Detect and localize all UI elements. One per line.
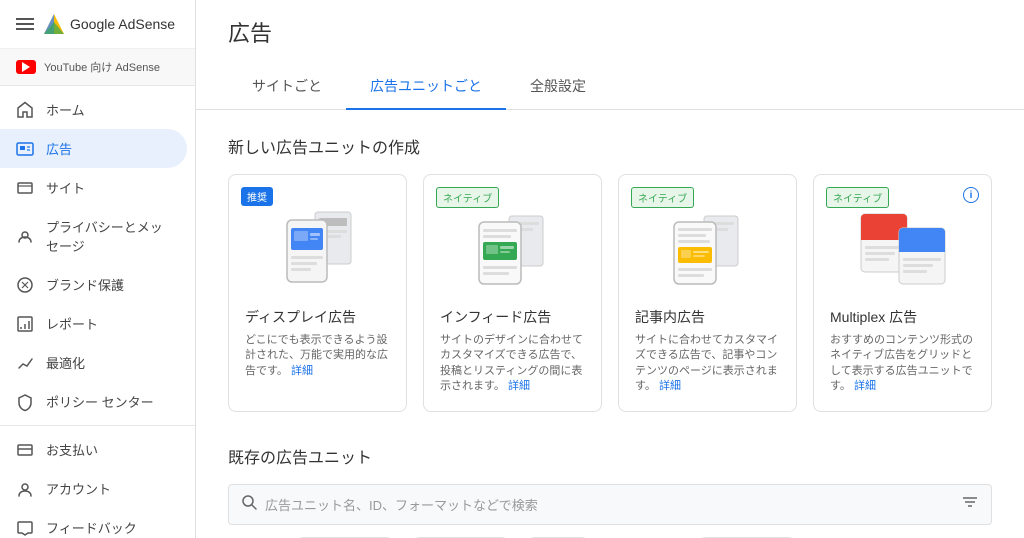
hamburger-icon[interactable] bbox=[16, 18, 34, 30]
sidebar-item-policy-label: ポリシー センター bbox=[46, 392, 154, 411]
nav-items: ホーム 広告 サイト プライバシーとメッセージ bbox=[0, 86, 195, 425]
multiplex-ad-name: Multiplex 広告 bbox=[830, 307, 975, 327]
tab-settings[interactable]: 全般設定 bbox=[506, 64, 610, 110]
infeed-ad-link[interactable]: 詳細 bbox=[508, 380, 530, 392]
ad-card-multiplex[interactable]: ネイティブ i bbox=[813, 174, 992, 412]
infeed-ad-svg bbox=[473, 204, 553, 294]
sidebar-item-sites-label: サイト bbox=[46, 178, 85, 197]
youtube-label: YouTube 向け AdSense bbox=[44, 59, 160, 75]
ads-icon bbox=[16, 140, 34, 158]
search-input-placeholder: 広告ユニット名、ID、フォーマットなどで検索 bbox=[265, 495, 953, 514]
display-ad-desc: どこにでも表示できるよう設計された、万能で実用的な広告です。 詳細 bbox=[245, 333, 390, 379]
infeed-ad-name: インフィード広告 bbox=[440, 307, 585, 327]
payment-icon bbox=[16, 441, 34, 459]
sidebar-item-brand[interactable]: ブランド保護 bbox=[0, 265, 187, 304]
feedback-icon bbox=[16, 519, 34, 537]
sidebar-header: Google AdSense bbox=[0, 0, 195, 49]
brand-icon bbox=[16, 276, 34, 294]
tab-by-unit[interactable]: 広告ユニットごと bbox=[346, 64, 506, 110]
sidebar-item-sites[interactable]: サイト bbox=[0, 168, 187, 207]
existing-units-title: 既存の広告ユニット bbox=[228, 444, 992, 468]
article-ad-svg bbox=[668, 204, 748, 294]
sidebar-item-optimize-label: 最適化 bbox=[46, 353, 85, 372]
article-ad-link[interactable]: 詳細 bbox=[659, 380, 681, 392]
search-icon bbox=[241, 494, 257, 515]
sidebar-item-optimize[interactable]: 最適化 bbox=[0, 343, 187, 382]
home-icon bbox=[16, 101, 34, 119]
card-badge-infeed: ネイティブ bbox=[436, 187, 499, 208]
display-illustration bbox=[245, 199, 390, 299]
sidebar-item-reports-label: レポート bbox=[46, 314, 98, 333]
display-ad-svg bbox=[273, 204, 363, 294]
main-header: 広告 サイトごと 広告ユニットごと 全般設定 bbox=[196, 0, 1024, 110]
article-ad-name: 記事内広告 bbox=[635, 307, 780, 327]
multiplex-illustration bbox=[830, 199, 975, 299]
sidebar-item-home-label: ホーム bbox=[46, 100, 85, 119]
article-ad-desc: サイトに合わせてカスタマイズできる広告で、記事やコンテンツのページに表示されます… bbox=[635, 333, 780, 395]
main-body: 新しい広告ユニットの作成 推奨 bbox=[196, 110, 1024, 538]
sidebar-item-account-label: アカウント bbox=[46, 479, 111, 498]
adsense-logo-icon bbox=[42, 12, 66, 36]
page-title: 広告 bbox=[228, 16, 992, 48]
main-content: 広告 サイトごと 広告ユニットごと 全般設定 新しい広告ユニットの作成 推奨 bbox=[196, 0, 1024, 538]
sites-icon bbox=[16, 179, 34, 197]
sidebar-item-feedback-label: フィードバック bbox=[46, 518, 137, 537]
multiplex-ad-desc: おすすめのコンテンツ形式のネイティブ広告をグリッドとして表示する広告ユニットです… bbox=[830, 333, 975, 395]
infeed-ad-desc: サイトのデザインに合わせてカスタマイズできる広告で、投稿とリスティングの間に表示… bbox=[440, 333, 585, 395]
ad-card-article[interactable]: ネイティブ bbox=[618, 174, 797, 412]
sidebar-item-payment-label: お支払い bbox=[46, 440, 98, 459]
youtube-banner[interactable]: YouTube 向け AdSense bbox=[0, 49, 195, 86]
adsense-logo: Google AdSense bbox=[42, 12, 175, 36]
card-badge-article: ネイティブ bbox=[631, 187, 694, 208]
sidebar-item-ads-label: 広告 bbox=[46, 139, 72, 158]
sidebar-item-privacy-label: プライバシーとメッセージ bbox=[46, 217, 171, 255]
sidebar-item-privacy[interactable]: プライバシーとメッセージ bbox=[0, 207, 187, 265]
logo-text: Google AdSense bbox=[70, 16, 175, 32]
reports-icon bbox=[16, 315, 34, 333]
privacy-icon bbox=[16, 227, 34, 245]
sidebar-item-brand-label: ブランド保護 bbox=[46, 275, 124, 294]
tab-bar: サイトごと 広告ユニットごと 全般設定 bbox=[228, 64, 992, 109]
account-icon bbox=[16, 480, 34, 498]
infeed-illustration bbox=[440, 199, 585, 299]
sidebar-item-feedback[interactable]: フィードバック bbox=[0, 508, 187, 538]
multiplex-info-icon[interactable]: i bbox=[963, 187, 979, 203]
sidebar-item-payment[interactable]: お支払い bbox=[0, 430, 187, 469]
nav-bottom: お支払い アカウント フィードバック bbox=[0, 425, 195, 538]
display-ad-name: ディスプレイ広告 bbox=[245, 307, 390, 327]
sidebar-item-reports[interactable]: レポート bbox=[0, 304, 187, 343]
multiplex-ad-link[interactable]: 詳細 bbox=[854, 380, 876, 392]
sidebar: Google AdSense YouTube 向け AdSense ホーム 広告… bbox=[0, 0, 196, 538]
ad-cards-container: 推奨 bbox=[228, 174, 992, 412]
card-badge-display: 推奨 bbox=[241, 187, 273, 206]
ad-card-display[interactable]: 推奨 bbox=[228, 174, 407, 412]
tab-by-site[interactable]: サイトごと bbox=[228, 64, 346, 110]
ad-card-infeed[interactable]: ネイティブ bbox=[423, 174, 602, 412]
card-badge-multiplex: ネイティブ bbox=[826, 187, 889, 208]
sidebar-item-policy[interactable]: ポリシー センター bbox=[0, 382, 187, 421]
search-bar[interactable]: 広告ユニット名、ID、フォーマットなどで検索 bbox=[228, 484, 992, 525]
article-illustration bbox=[635, 199, 780, 299]
optimize-icon bbox=[16, 354, 34, 372]
policy-icon bbox=[16, 393, 34, 411]
new-units-title: 新しい広告ユニットの作成 bbox=[228, 134, 992, 158]
filter-icon[interactable] bbox=[961, 493, 979, 516]
sidebar-item-ads[interactable]: 広告 bbox=[0, 129, 187, 168]
sidebar-item-home[interactable]: ホーム bbox=[0, 90, 187, 129]
search-section: 広告ユニット名、ID、フォーマットなどで検索 bbox=[228, 484, 992, 525]
display-ad-link[interactable]: 詳細 bbox=[291, 365, 313, 377]
multiplex-ad-svg bbox=[853, 204, 953, 294]
sidebar-item-account[interactable]: アカウント bbox=[0, 469, 187, 508]
youtube-icon bbox=[16, 60, 36, 74]
